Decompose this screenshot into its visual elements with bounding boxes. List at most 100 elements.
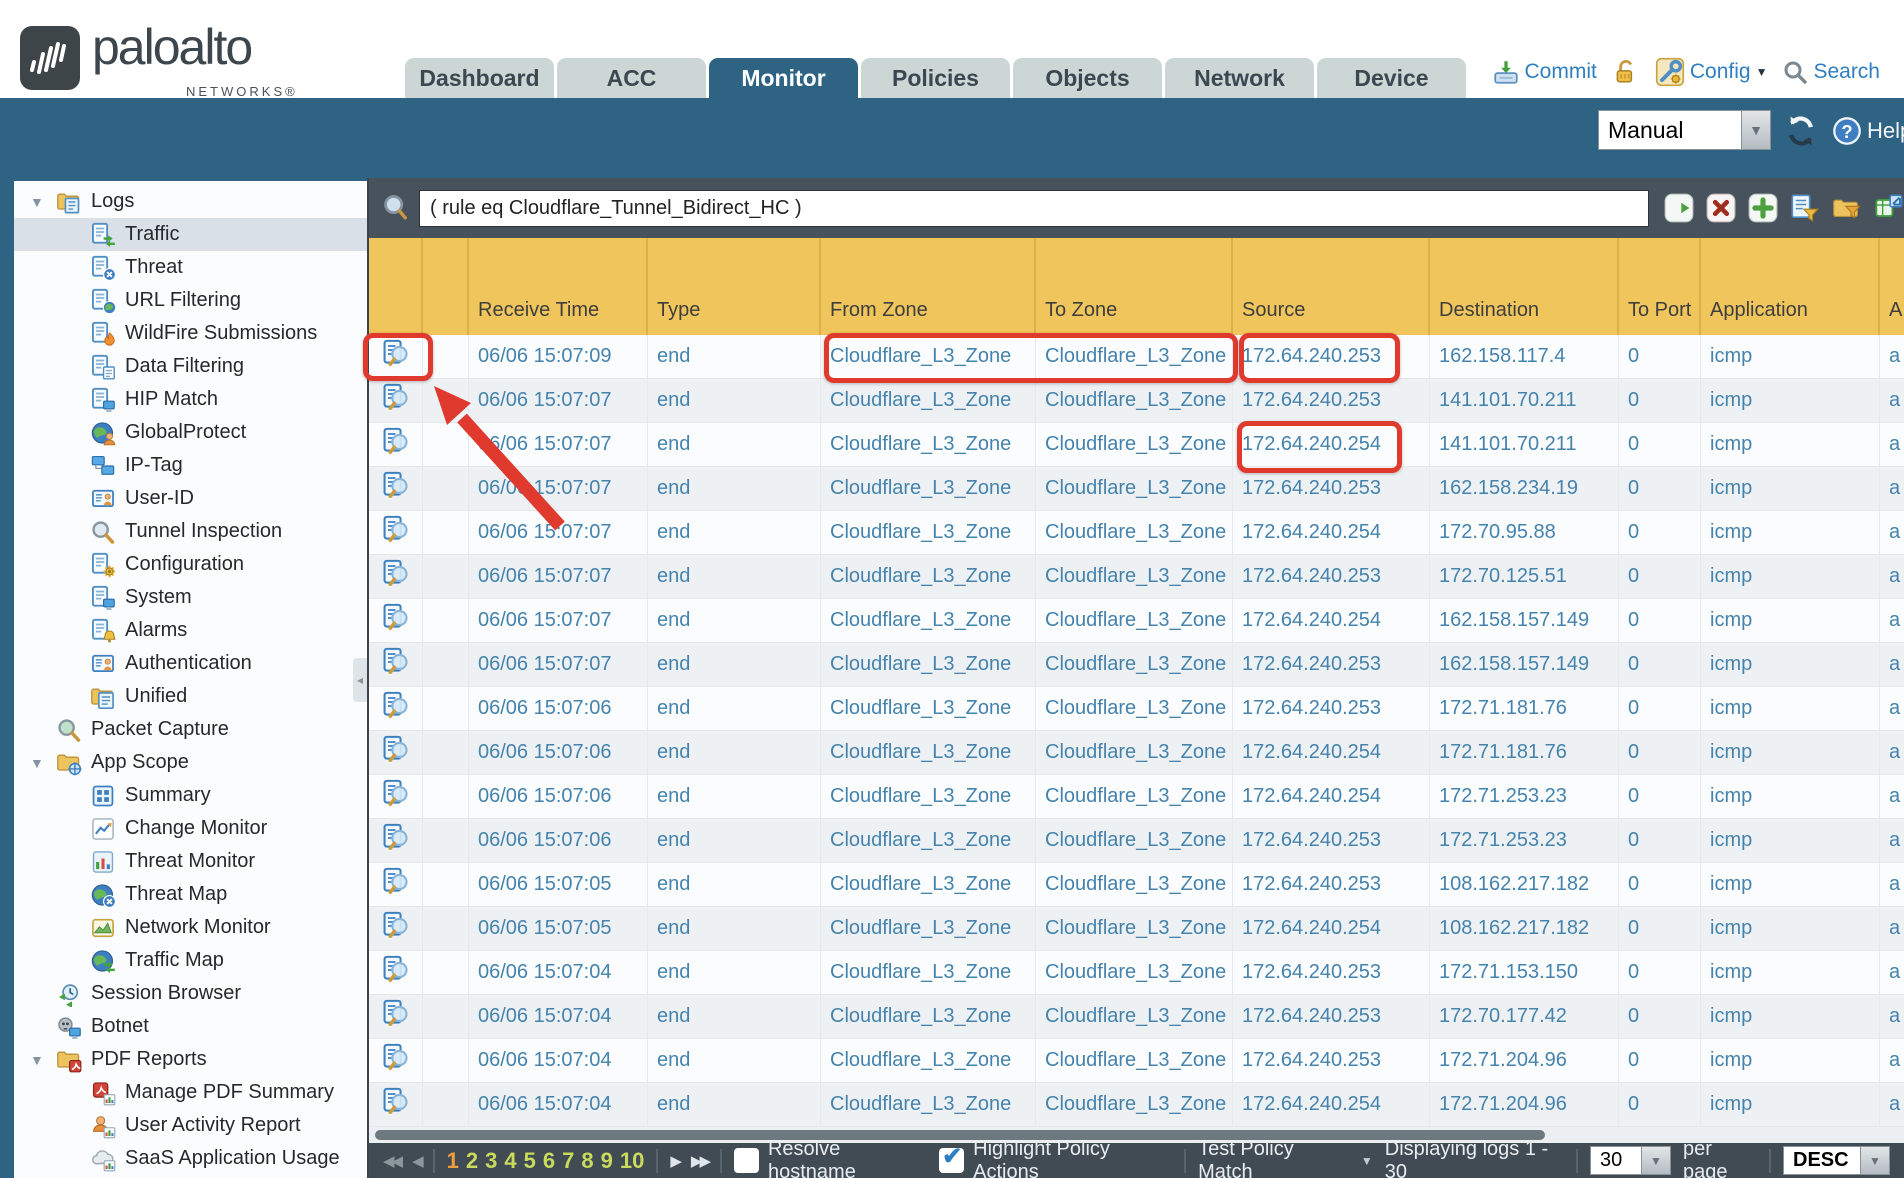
- log-cell[interactable]: icmp: [1701, 1083, 1880, 1126]
- log-cell[interactable]: icmp: [1701, 995, 1880, 1038]
- log-cell[interactable]: 172.71.204.96: [1430, 1083, 1619, 1126]
- clear-filter-icon[interactable]: [1706, 193, 1736, 223]
- log-cell[interactable]: 172.64.240.253: [1233, 687, 1430, 730]
- log-cell[interactable]: end: [648, 423, 821, 466]
- log-cell[interactable]: 172.71.204.96: [1430, 1039, 1619, 1082]
- log-detail-button[interactable]: [369, 995, 423, 1038]
- log-cell[interactable]: 0: [1619, 731, 1701, 774]
- page-number-5[interactable]: 5: [524, 1148, 536, 1174]
- log-cell[interactable]: Cloudflare_L3_Zone: [821, 951, 1036, 994]
- log-cell[interactable]: 06/06 15:07:06: [469, 731, 648, 774]
- column-header-destination[interactable]: Destination: [1430, 238, 1619, 335]
- log-cell[interactable]: icmp: [1701, 379, 1880, 422]
- log-detail-button[interactable]: [369, 951, 423, 994]
- log-cell[interactable]: 172.71.153.150: [1430, 951, 1619, 994]
- log-cell[interactable]: end: [648, 555, 821, 598]
- prev-page-button[interactable]: ◀: [412, 1152, 421, 1170]
- log-cell[interactable]: end: [648, 775, 821, 818]
- log-cell[interactable]: icmp: [1701, 511, 1880, 554]
- highlight-policy-actions-checkbox[interactable]: [939, 1148, 964, 1173]
- log-cell[interactable]: 06/06 15:07:09: [469, 335, 648, 378]
- sidebar-item-pdf-reports[interactable]: ▼PDF Reports: [14, 1043, 367, 1076]
- log-cell[interactable]: 172.64.240.253: [1233, 467, 1430, 510]
- expand-arrow-icon[interactable]: ▼: [30, 1052, 56, 1068]
- tab-device[interactable]: Device: [1317, 58, 1466, 98]
- log-cell[interactable]: end: [648, 1083, 821, 1126]
- log-detail-button[interactable]: [369, 467, 423, 510]
- log-cell[interactable]: 06/06 15:07:07: [469, 643, 648, 686]
- log-cell[interactable]: 0: [1619, 775, 1701, 818]
- tab-monitor[interactable]: Monitor: [709, 58, 858, 98]
- log-cell[interactable]: 0: [1619, 687, 1701, 730]
- log-cell[interactable]: 06/06 15:07:06: [469, 819, 648, 862]
- log-cell[interactable]: icmp: [1701, 335, 1880, 378]
- log-cell[interactable]: 0: [1619, 555, 1701, 598]
- log-detail-button[interactable]: [369, 1039, 423, 1082]
- log-detail-button[interactable]: [369, 643, 423, 686]
- sidebar-item-threat-monitor[interactable]: Threat Monitor: [14, 845, 367, 878]
- page-number-9[interactable]: 9: [601, 1148, 613, 1174]
- sidebar-item-app-scope[interactable]: ▼App Scope: [14, 746, 367, 779]
- log-cell[interactable]: Cloudflare_L3_Zone: [1036, 995, 1233, 1038]
- log-cell[interactable]: 108.162.217.182: [1430, 907, 1619, 950]
- log-cell[interactable]: 172.70.177.42: [1430, 995, 1619, 1038]
- page-number-3[interactable]: 3: [485, 1148, 497, 1174]
- log-cell[interactable]: 0: [1619, 951, 1701, 994]
- config-menu[interactable]: Config ▼: [1655, 57, 1768, 87]
- log-cell[interactable]: Cloudflare_L3_Zone: [821, 555, 1036, 598]
- apply-filter-icon[interactable]: [1664, 193, 1694, 223]
- chevron-down-icon[interactable]: ▼: [1642, 1146, 1671, 1175]
- log-cell[interactable]: a: [1880, 863, 1904, 906]
- log-cell[interactable]: a: [1880, 995, 1904, 1038]
- tab-policies[interactable]: Policies: [861, 58, 1010, 98]
- log-cell[interactable]: a: [1880, 951, 1904, 994]
- log-detail-button[interactable]: [369, 599, 423, 642]
- log-cell[interactable]: end: [648, 995, 821, 1038]
- log-cell[interactable]: Cloudflare_L3_Zone: [821, 907, 1036, 950]
- log-detail-button[interactable]: [369, 555, 423, 598]
- log-cell[interactable]: 172.64.240.254: [1233, 1083, 1430, 1126]
- log-detail-button[interactable]: [369, 423, 423, 466]
- lock-icon[interactable]: [1612, 58, 1640, 86]
- sidebar-item-network-monitor[interactable]: Network Monitor: [14, 911, 367, 944]
- log-cell[interactable]: Cloudflare_L3_Zone: [821, 643, 1036, 686]
- log-cell[interactable]: icmp: [1701, 467, 1880, 510]
- sidebar-item-ip-tag[interactable]: IP-Tag: [14, 449, 367, 482]
- test-policy-match-button[interactable]: Test Policy Match ▼: [1198, 1138, 1373, 1178]
- log-cell[interactable]: 0: [1619, 643, 1701, 686]
- log-cell[interactable]: end: [648, 599, 821, 642]
- log-cell[interactable]: a: [1880, 555, 1904, 598]
- page-number-10[interactable]: 10: [620, 1148, 644, 1174]
- log-cell[interactable]: 0: [1619, 511, 1701, 554]
- log-cell[interactable]: 0: [1619, 379, 1701, 422]
- log-cell[interactable]: 172.64.240.253: [1233, 555, 1430, 598]
- log-cell[interactable]: end: [648, 467, 821, 510]
- page-number-8[interactable]: 8: [581, 1148, 593, 1174]
- log-cell[interactable]: 172.70.125.51: [1430, 555, 1619, 598]
- page-number-4[interactable]: 4: [504, 1148, 516, 1174]
- log-cell[interactable]: end: [648, 951, 821, 994]
- log-cell[interactable]: a: [1880, 423, 1904, 466]
- column-header-from-zone[interactable]: From Zone: [821, 238, 1036, 335]
- log-cell[interactable]: 0: [1619, 467, 1701, 510]
- log-cell[interactable]: Cloudflare_L3_Zone: [1036, 951, 1233, 994]
- log-cell[interactable]: icmp: [1701, 687, 1880, 730]
- column-header-receive-time[interactable]: Receive Time: [469, 238, 648, 335]
- log-cell[interactable]: 0: [1619, 819, 1701, 862]
- expand-arrow-icon[interactable]: ▼: [30, 194, 56, 210]
- log-cell[interactable]: 06/06 15:07:06: [469, 687, 648, 730]
- log-cell[interactable]: 172.64.240.254: [1233, 775, 1430, 818]
- log-cell[interactable]: 0: [1619, 335, 1701, 378]
- sidebar-item-user-activity-report[interactable]: User Activity Report: [14, 1109, 367, 1142]
- log-cell[interactable]: 06/06 15:07:04: [469, 1039, 648, 1082]
- log-cell[interactable]: icmp: [1701, 951, 1880, 994]
- log-cell[interactable]: a: [1880, 599, 1904, 642]
- log-cell[interactable]: 141.101.70.211: [1430, 423, 1619, 466]
- log-cell[interactable]: Cloudflare_L3_Zone: [1036, 863, 1233, 906]
- log-cell[interactable]: end: [648, 863, 821, 906]
- log-cell[interactable]: end: [648, 687, 821, 730]
- log-cell[interactable]: Cloudflare_L3_Zone: [1036, 511, 1233, 554]
- log-cell[interactable]: Cloudflare_L3_Zone: [821, 511, 1036, 554]
- log-cell[interactable]: Cloudflare_L3_Zone: [821, 863, 1036, 906]
- log-cell[interactable]: 0: [1619, 423, 1701, 466]
